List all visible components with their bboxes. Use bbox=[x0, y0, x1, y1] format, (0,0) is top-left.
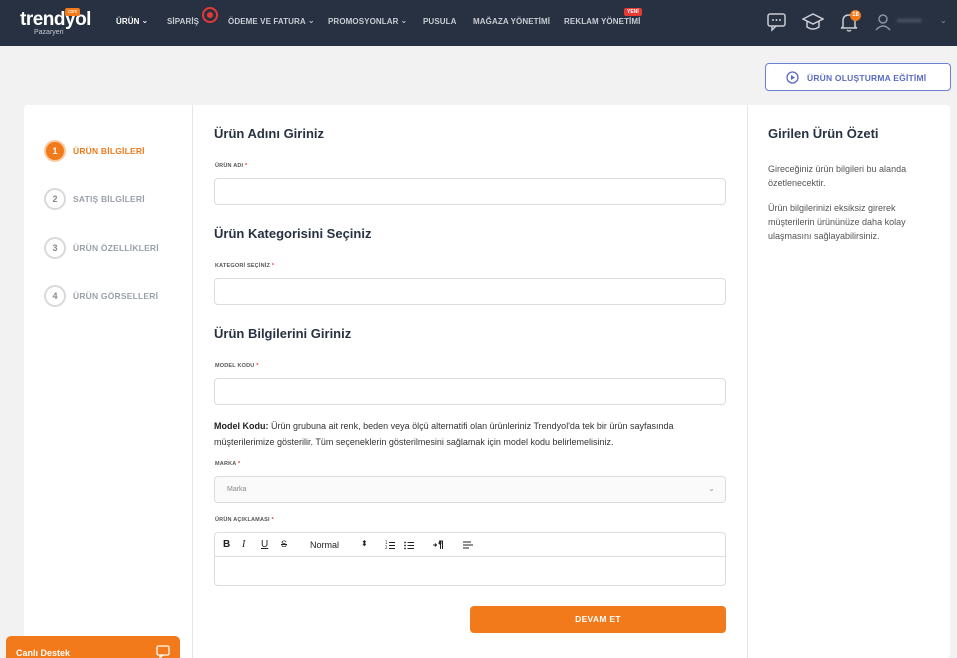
model-code-help-text: Model Kodu: Ürün grubuna ait renk, beden… bbox=[214, 418, 726, 450]
step-urun-gorselleri[interactable]: 4 ÜRÜN GÖRSELLERİ bbox=[44, 285, 189, 307]
label-text: MODEL KODU bbox=[215, 363, 255, 369]
nav-item-label: ÜRÜN bbox=[116, 17, 140, 26]
step-label: ÜRÜN GÖRSELLERİ bbox=[73, 291, 159, 301]
category-select[interactable] bbox=[214, 278, 726, 305]
label-text: MARKA bbox=[215, 461, 237, 467]
required-mark: * bbox=[271, 517, 274, 523]
logo-text: trendyol bbox=[20, 9, 91, 30]
description-editor: B I U S Normal ⬍ 1 2 bbox=[214, 532, 726, 586]
summary-text-2: Ürün bilgilerinizi eksiksiz girerek müşt… bbox=[768, 203, 906, 241]
nav-item-pusula[interactable]: PUSULA bbox=[423, 17, 457, 26]
play-circle-icon bbox=[786, 71, 799, 84]
help-body: Ürün grubuna ait renk, beden veya ölçü a… bbox=[214, 421, 674, 447]
field-label-category: KATEGORİ SEÇİNİZ * bbox=[215, 263, 274, 269]
top-navbar: trendyol com Pazaryeri ÜRÜN ⌄ SİPARİŞ ÖDE… bbox=[0, 0, 957, 46]
svg-text:2: 2 bbox=[385, 545, 388, 550]
logo-badge: com bbox=[65, 8, 81, 16]
required-mark: * bbox=[256, 363, 259, 369]
user-name[interactable]: •••••••••• bbox=[897, 18, 922, 25]
product-form-card: 1 ÜRÜN BİLGİLERİ 2 SATIŞ BİLGİLERİ 3 ÜRÜ… bbox=[24, 105, 950, 658]
section-title-product-info: Ürün Bilgilerini Giriniz bbox=[214, 326, 352, 341]
chevron-down-icon: ⌄ bbox=[708, 484, 715, 493]
step-satis-bilgileri[interactable]: 2 SATIŞ BİLGİLERİ bbox=[44, 188, 189, 210]
chevron-down-icon: ⌄ bbox=[141, 16, 149, 25]
nav-item-odeme-ve-fatura[interactable]: ÖDEME VE FATURA ⌄ bbox=[228, 16, 315, 26]
step-label: SATIŞ BİLGİLERİ bbox=[73, 194, 145, 204]
label-text: KATEGORİ SEÇİNİZ bbox=[215, 263, 271, 269]
nav-item-label: ÖDEME VE FATURA bbox=[228, 17, 306, 26]
field-label-description: ÜRÜN AÇIKLAMASI * bbox=[215, 517, 274, 523]
chat-icon[interactable] bbox=[766, 12, 788, 32]
strikethrough-button[interactable]: S bbox=[281, 539, 287, 549]
label-text: ÜRÜN ADI bbox=[215, 163, 244, 169]
nav-item-label: MAĞAZA YÖNETİMİ bbox=[473, 17, 551, 26]
user-icon[interactable] bbox=[875, 13, 891, 31]
step-number: 2 bbox=[44, 188, 66, 210]
trendyol-logo[interactable]: trendyol com Pazaryeri bbox=[20, 8, 91, 39]
underline-button[interactable]: U bbox=[261, 539, 268, 550]
required-mark: * bbox=[271, 263, 275, 269]
new-badge: YENİ bbox=[624, 8, 642, 16]
chevron-down-icon: ⌄ bbox=[400, 16, 408, 25]
brand-select[interactable]: Marka ⌄ bbox=[214, 476, 726, 503]
nav-item-urun[interactable]: ÜRÜN ⌄ bbox=[116, 16, 149, 26]
message-icon bbox=[156, 645, 170, 658]
field-label-product-name: ÜRÜN ADI * bbox=[215, 163, 247, 169]
cursor-highlight-icon bbox=[202, 7, 218, 23]
nav-item-magaza-yonetimi[interactable]: MAĞAZA YÖNETİMİ bbox=[473, 17, 550, 26]
header-select[interactable]: Normal bbox=[310, 540, 339, 550]
nav-item-label: PROMOSYONLAR bbox=[328, 17, 399, 26]
text-direction-icon[interactable] bbox=[433, 540, 444, 550]
product-summary-panel: Girilen Ürün Özeti Gireceğiniz ürün bilg… bbox=[747, 105, 950, 658]
step-number: 4 bbox=[44, 285, 66, 307]
label-text: ÜRÜN AÇIKLAMASI bbox=[215, 517, 270, 523]
step-number: 1 bbox=[44, 140, 66, 162]
nav-item-siparis[interactable]: SİPARİŞ bbox=[167, 17, 199, 26]
logo-subtitle: Pazaryeri bbox=[34, 29, 64, 36]
select-arrows-icon: ⬍ bbox=[361, 539, 368, 548]
product-name-input[interactable] bbox=[214, 178, 726, 205]
graduation-cap-icon[interactable] bbox=[802, 12, 824, 32]
brand-placeholder: Marka bbox=[227, 486, 247, 493]
chevron-down-icon: ⌄ bbox=[307, 16, 315, 25]
summary-title: Girilen Ürün Özeti bbox=[768, 126, 879, 141]
nav-item-reklam-yonetimi[interactable]: REKLAM YÖNETİMİ bbox=[564, 17, 640, 26]
align-icon[interactable] bbox=[463, 540, 473, 550]
step-urun-ozellikleri[interactable]: 3 ÜRÜN ÖZELLİKLERİ bbox=[44, 237, 189, 259]
bullet-list-icon[interactable] bbox=[404, 540, 414, 550]
model-code-input[interactable] bbox=[214, 378, 726, 405]
step-number: 3 bbox=[44, 237, 66, 259]
continue-button[interactable]: DEVAM ET bbox=[470, 606, 726, 633]
chevron-down-icon[interactable]: ⌄ bbox=[940, 16, 947, 25]
field-label-model-code: MODEL KODU * bbox=[215, 363, 259, 369]
nav-item-label: PUSULA bbox=[423, 17, 457, 26]
ordered-list-icon[interactable]: 1 2 bbox=[385, 540, 395, 550]
product-creation-training-button[interactable]: ÜRÜN OLUŞTURMA EĞİTİMİ bbox=[765, 63, 951, 91]
italic-button[interactable]: I bbox=[242, 539, 245, 550]
field-label-brand: MARKA * bbox=[215, 461, 240, 467]
required-mark: * bbox=[245, 163, 248, 169]
section-title-category: Ürün Kategorisini Seçiniz bbox=[214, 226, 372, 241]
notification-count-badge: 18 bbox=[850, 10, 861, 21]
nav-item-label: SİPARİŞ bbox=[167, 17, 200, 26]
step-label: ÜRÜN BİLGİLERİ bbox=[73, 146, 145, 156]
required-mark: * bbox=[238, 461, 241, 467]
step-navigation: 1 ÜRÜN BİLGİLERİ 2 SATIŞ BİLGİLERİ 3 ÜRÜ… bbox=[24, 105, 193, 658]
live-support-button[interactable]: Canlı Destek bbox=[6, 636, 180, 658]
summary-text-1: Gireceğiniz ürün bilgileri bu alanda öze… bbox=[768, 164, 907, 188]
help-title: Model Kodu: bbox=[214, 421, 269, 431]
training-button-label: ÜRÜN OLUŞTURMA EĞİTİMİ bbox=[807, 73, 927, 83]
nav-item-label: REKLAM YÖNETİMİ bbox=[564, 17, 641, 26]
live-support-label: Canlı Destek bbox=[16, 648, 71, 658]
bold-button[interactable]: B bbox=[223, 539, 230, 550]
step-urun-bilgileri[interactable]: 1 ÜRÜN BİLGİLERİ bbox=[44, 140, 189, 162]
step-label: ÜRÜN ÖZELLİKLERİ bbox=[73, 243, 159, 253]
editor-toolbar: B I U S Normal ⬍ 1 2 bbox=[215, 533, 725, 557]
nav-item-promosyonlar[interactable]: PROMOSYONLAR ⌄ bbox=[328, 16, 408, 26]
section-title-product-name: Ürün Adını Giriniz bbox=[214, 126, 325, 141]
